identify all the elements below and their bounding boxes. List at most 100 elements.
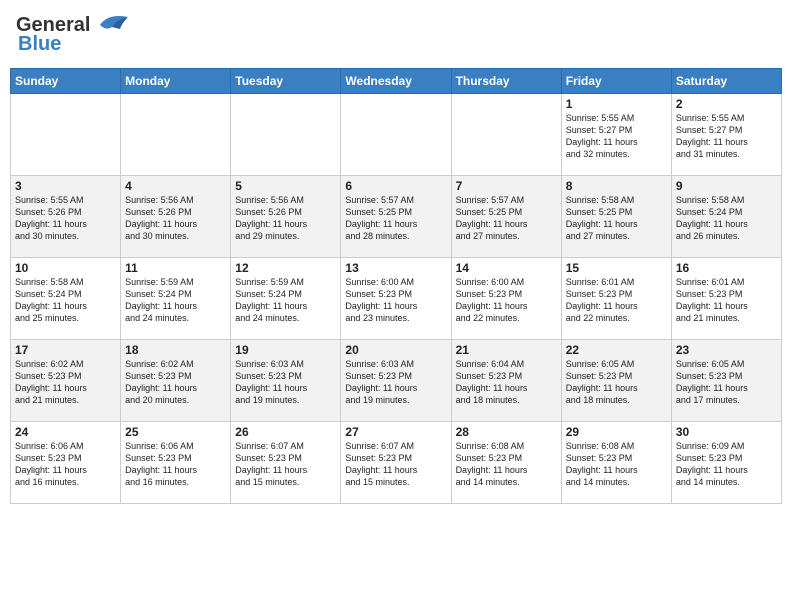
logo-blue: Blue xyxy=(18,33,61,56)
day-info: Sunrise: 6:08 AM Sunset: 5:23 PM Dayligh… xyxy=(456,440,557,489)
weekday-header-thursday: Thursday xyxy=(451,69,561,94)
day-number: 10 xyxy=(15,261,116,275)
calendar-cell: 17Sunrise: 6:02 AM Sunset: 5:23 PM Dayli… xyxy=(11,340,121,422)
calendar-week-row: 3Sunrise: 5:55 AM Sunset: 5:26 PM Daylig… xyxy=(11,176,782,258)
calendar-cell: 3Sunrise: 5:55 AM Sunset: 5:26 PM Daylig… xyxy=(11,176,121,258)
day-info: Sunrise: 5:55 AM Sunset: 5:27 PM Dayligh… xyxy=(676,112,777,161)
day-number: 19 xyxy=(235,343,336,357)
day-number: 14 xyxy=(456,261,557,275)
calendar-cell: 18Sunrise: 6:02 AM Sunset: 5:23 PM Dayli… xyxy=(121,340,231,422)
day-info: Sunrise: 6:03 AM Sunset: 5:23 PM Dayligh… xyxy=(345,358,446,407)
calendar-cell: 19Sunrise: 6:03 AM Sunset: 5:23 PM Dayli… xyxy=(231,340,341,422)
day-info: Sunrise: 5:55 AM Sunset: 5:27 PM Dayligh… xyxy=(566,112,667,161)
day-info: Sunrise: 6:04 AM Sunset: 5:23 PM Dayligh… xyxy=(456,358,557,407)
calendar-cell: 22Sunrise: 6:05 AM Sunset: 5:23 PM Dayli… xyxy=(561,340,671,422)
day-number: 23 xyxy=(676,343,777,357)
calendar-cell: 12Sunrise: 5:59 AM Sunset: 5:24 PM Dayli… xyxy=(231,258,341,340)
calendar-cell xyxy=(231,94,341,176)
calendar-cell: 28Sunrise: 6:08 AM Sunset: 5:23 PM Dayli… xyxy=(451,422,561,504)
calendar-cell: 21Sunrise: 6:04 AM Sunset: 5:23 PM Dayli… xyxy=(451,340,561,422)
day-info: Sunrise: 5:56 AM Sunset: 5:26 PM Dayligh… xyxy=(235,194,336,243)
day-info: Sunrise: 6:09 AM Sunset: 5:23 PM Dayligh… xyxy=(676,440,777,489)
day-info: Sunrise: 5:57 AM Sunset: 5:25 PM Dayligh… xyxy=(345,194,446,243)
day-info: Sunrise: 5:55 AM Sunset: 5:26 PM Dayligh… xyxy=(15,194,116,243)
day-number: 21 xyxy=(456,343,557,357)
day-number: 18 xyxy=(125,343,226,357)
weekday-header-row: SundayMondayTuesdayWednesdayThursdayFrid… xyxy=(11,69,782,94)
calendar-cell: 15Sunrise: 6:01 AM Sunset: 5:23 PM Dayli… xyxy=(561,258,671,340)
day-info: Sunrise: 6:02 AM Sunset: 5:23 PM Dayligh… xyxy=(125,358,226,407)
day-info: Sunrise: 5:58 AM Sunset: 5:24 PM Dayligh… xyxy=(15,276,116,325)
calendar-cell: 11Sunrise: 5:59 AM Sunset: 5:24 PM Dayli… xyxy=(121,258,231,340)
calendar-cell: 24Sunrise: 6:06 AM Sunset: 5:23 PM Dayli… xyxy=(11,422,121,504)
day-info: Sunrise: 5:58 AM Sunset: 5:24 PM Dayligh… xyxy=(676,194,777,243)
day-number: 1 xyxy=(566,97,667,111)
day-number: 28 xyxy=(456,425,557,439)
day-info: Sunrise: 5:59 AM Sunset: 5:24 PM Dayligh… xyxy=(125,276,226,325)
calendar-cell: 13Sunrise: 6:00 AM Sunset: 5:23 PM Dayli… xyxy=(341,258,451,340)
calendar-cell xyxy=(121,94,231,176)
day-info: Sunrise: 6:01 AM Sunset: 5:23 PM Dayligh… xyxy=(566,276,667,325)
calendar-cell xyxy=(451,94,561,176)
logo: General Blue xyxy=(16,14,128,56)
day-number: 26 xyxy=(235,425,336,439)
day-number: 25 xyxy=(125,425,226,439)
day-number: 15 xyxy=(566,261,667,275)
weekday-header-saturday: Saturday xyxy=(671,69,781,94)
day-info: Sunrise: 6:03 AM Sunset: 5:23 PM Dayligh… xyxy=(235,358,336,407)
day-info: Sunrise: 6:00 AM Sunset: 5:23 PM Dayligh… xyxy=(345,276,446,325)
day-number: 4 xyxy=(125,179,226,193)
day-number: 12 xyxy=(235,261,336,275)
weekday-header-tuesday: Tuesday xyxy=(231,69,341,94)
calendar-cell: 4Sunrise: 5:56 AM Sunset: 5:26 PM Daylig… xyxy=(121,176,231,258)
calendar-cell: 25Sunrise: 6:06 AM Sunset: 5:23 PM Dayli… xyxy=(121,422,231,504)
calendar-week-row: 24Sunrise: 6:06 AM Sunset: 5:23 PM Dayli… xyxy=(11,422,782,504)
weekday-header-friday: Friday xyxy=(561,69,671,94)
calendar-week-row: 1Sunrise: 5:55 AM Sunset: 5:27 PM Daylig… xyxy=(11,94,782,176)
day-number: 13 xyxy=(345,261,446,275)
calendar-cell: 23Sunrise: 6:05 AM Sunset: 5:23 PM Dayli… xyxy=(671,340,781,422)
day-number: 5 xyxy=(235,179,336,193)
calendar-table: SundayMondayTuesdayWednesdayThursdayFrid… xyxy=(10,68,782,504)
day-info: Sunrise: 5:57 AM Sunset: 5:25 PM Dayligh… xyxy=(456,194,557,243)
day-number: 22 xyxy=(566,343,667,357)
day-info: Sunrise: 6:06 AM Sunset: 5:23 PM Dayligh… xyxy=(15,440,116,489)
day-info: Sunrise: 6:00 AM Sunset: 5:23 PM Dayligh… xyxy=(456,276,557,325)
weekday-header-wednesday: Wednesday xyxy=(341,69,451,94)
calendar-week-row: 17Sunrise: 6:02 AM Sunset: 5:23 PM Dayli… xyxy=(11,340,782,422)
day-number: 8 xyxy=(566,179,667,193)
day-info: Sunrise: 6:05 AM Sunset: 5:23 PM Dayligh… xyxy=(566,358,667,407)
calendar-cell: 10Sunrise: 5:58 AM Sunset: 5:24 PM Dayli… xyxy=(11,258,121,340)
day-info: Sunrise: 6:08 AM Sunset: 5:23 PM Dayligh… xyxy=(566,440,667,489)
day-number: 29 xyxy=(566,425,667,439)
day-number: 11 xyxy=(125,261,226,275)
calendar-cell: 30Sunrise: 6:09 AM Sunset: 5:23 PM Dayli… xyxy=(671,422,781,504)
day-number: 2 xyxy=(676,97,777,111)
calendar-cell: 29Sunrise: 6:08 AM Sunset: 5:23 PM Dayli… xyxy=(561,422,671,504)
day-number: 7 xyxy=(456,179,557,193)
day-number: 17 xyxy=(15,343,116,357)
day-info: Sunrise: 5:59 AM Sunset: 5:24 PM Dayligh… xyxy=(235,276,336,325)
day-info: Sunrise: 5:56 AM Sunset: 5:26 PM Dayligh… xyxy=(125,194,226,243)
day-number: 3 xyxy=(15,179,116,193)
day-info: Sunrise: 6:06 AM Sunset: 5:23 PM Dayligh… xyxy=(125,440,226,489)
day-number: 20 xyxy=(345,343,446,357)
header: General Blue xyxy=(10,10,782,60)
calendar-cell: 5Sunrise: 5:56 AM Sunset: 5:26 PM Daylig… xyxy=(231,176,341,258)
calendar-cell: 14Sunrise: 6:00 AM Sunset: 5:23 PM Dayli… xyxy=(451,258,561,340)
calendar-cell: 6Sunrise: 5:57 AM Sunset: 5:25 PM Daylig… xyxy=(341,176,451,258)
day-number: 16 xyxy=(676,261,777,275)
weekday-header-sunday: Sunday xyxy=(11,69,121,94)
logo-bird-icon xyxy=(92,13,128,35)
calendar-cell: 9Sunrise: 5:58 AM Sunset: 5:24 PM Daylig… xyxy=(671,176,781,258)
day-info: Sunrise: 6:07 AM Sunset: 5:23 PM Dayligh… xyxy=(345,440,446,489)
calendar-cell xyxy=(11,94,121,176)
day-number: 9 xyxy=(676,179,777,193)
day-info: Sunrise: 6:07 AM Sunset: 5:23 PM Dayligh… xyxy=(235,440,336,489)
calendar-cell: 27Sunrise: 6:07 AM Sunset: 5:23 PM Dayli… xyxy=(341,422,451,504)
calendar-cell: 26Sunrise: 6:07 AM Sunset: 5:23 PM Dayli… xyxy=(231,422,341,504)
day-number: 27 xyxy=(345,425,446,439)
day-number: 24 xyxy=(15,425,116,439)
calendar-cell: 20Sunrise: 6:03 AM Sunset: 5:23 PM Dayli… xyxy=(341,340,451,422)
day-info: Sunrise: 6:02 AM Sunset: 5:23 PM Dayligh… xyxy=(15,358,116,407)
